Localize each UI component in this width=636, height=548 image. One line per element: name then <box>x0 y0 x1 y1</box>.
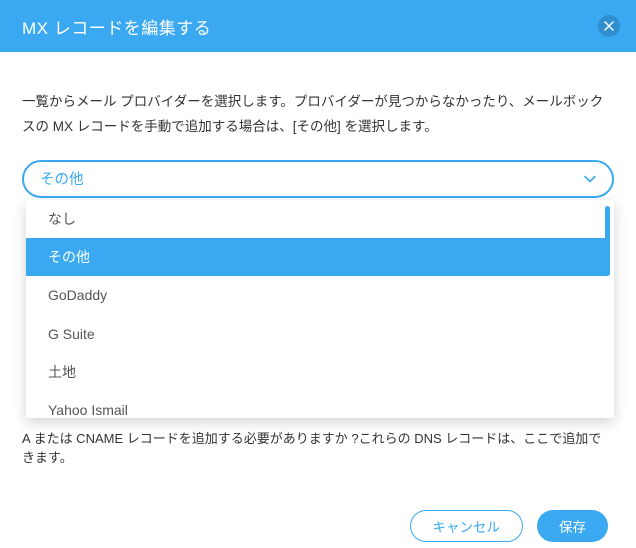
cancel-button[interactable]: キャンセル <box>410 510 524 542</box>
provider-option[interactable]: 土地 <box>26 353 608 391</box>
provider-option[interactable]: GoDaddy <box>26 276 608 314</box>
provider-option[interactable]: G Suite <box>26 315 608 353</box>
close-icon <box>604 18 614 34</box>
provider-selected-value: その他 <box>40 168 84 189</box>
dialog-buttons: キャンセル 保存 <box>0 510 636 542</box>
provider-select-wrap: その他 なし その他 GoDaddy G Suite 土地 Yahoo Isma… <box>22 160 614 198</box>
dialog-content: 一覧からメール プロバイダーを選択します。プロバイダーが見つからなかったり、メー… <box>0 52 636 466</box>
provider-option[interactable]: その他 <box>26 238 608 276</box>
description-text: 一覧からメール プロバイダーを選択します。プロバイダーが見つからなかったり、メー… <box>22 90 614 140</box>
provider-dropdown-list[interactable]: なし その他 GoDaddy G Suite 土地 Yahoo Ismail <box>26 200 608 418</box>
save-button[interactable]: 保存 <box>537 510 608 542</box>
scrollbar-thumb[interactable] <box>605 206 610 276</box>
close-button[interactable] <box>598 15 620 37</box>
provider-option[interactable]: なし <box>26 200 608 238</box>
provider-dropdown: なし その他 GoDaddy G Suite 土地 Yahoo Ismail <box>26 200 614 418</box>
dialog-title: MX レコードを編集する <box>22 14 211 39</box>
dialog-header: MX レコードを編集する <box>0 0 636 52</box>
chevron-down-icon <box>584 171 596 187</box>
provider-select[interactable]: その他 <box>22 160 614 198</box>
provider-option[interactable]: Yahoo Ismail <box>26 391 608 418</box>
footer-help-text: A または CNAME レコードを追加する必要がありますか ?これらの DNS … <box>22 428 614 466</box>
